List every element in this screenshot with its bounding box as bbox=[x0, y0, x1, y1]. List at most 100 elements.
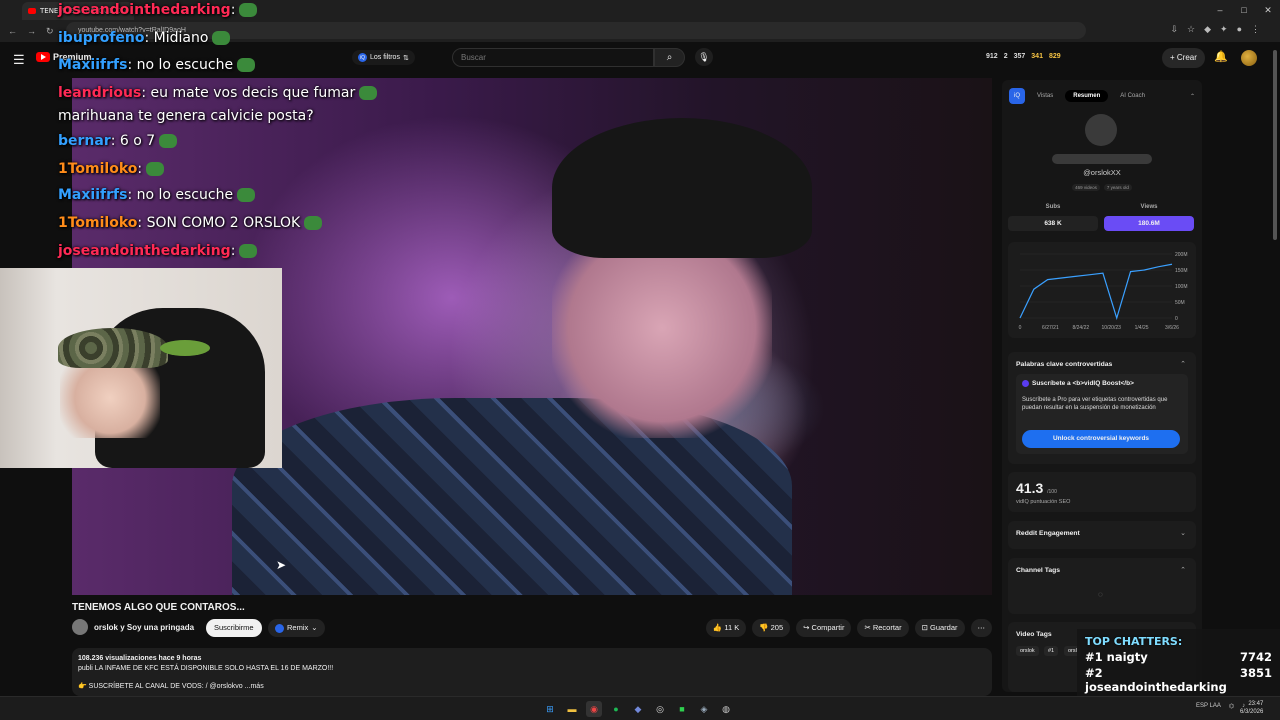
like-button[interactable]: 👍 11 K bbox=[705, 619, 747, 637]
remix-label: Remix bbox=[287, 623, 309, 632]
forward-icon[interactable]: → bbox=[27, 26, 36, 36]
chatter-rank: #1 bbox=[1085, 650, 1103, 664]
notifications-bell-icon[interactable]: 🔔 bbox=[1214, 50, 1228, 63]
video-tag[interactable]: orslok bbox=[1016, 646, 1039, 656]
chat-emote-icon bbox=[359, 86, 378, 100]
video-tag[interactable]: #1 bbox=[1044, 646, 1059, 656]
extension-icon[interactable]: ◆ bbox=[1204, 24, 1211, 35]
share-icon: ↪ bbox=[803, 623, 812, 632]
chat-username: joseandointhedarking bbox=[58, 243, 231, 259]
channel-tags-label: Channel Tags bbox=[1016, 567, 1061, 574]
youtube-play-icon bbox=[36, 52, 50, 62]
more-actions-button[interactable]: ⋯ bbox=[970, 619, 992, 637]
page-scrollbar[interactable] bbox=[1273, 50, 1277, 240]
chat-message: joseandointhedarking: bbox=[58, 243, 258, 259]
vidiq-icon bbox=[275, 623, 284, 633]
spotify-icon[interactable]: ● bbox=[608, 701, 624, 717]
chat-text: : bbox=[137, 161, 143, 177]
star-icon[interactable]: ☆ bbox=[1187, 24, 1195, 35]
clock[interactable]: 23:47 6/3/2026 bbox=[1240, 700, 1263, 716]
discord-icon[interactable]: ◆ bbox=[630, 701, 646, 717]
frog-plush bbox=[160, 340, 210, 356]
stat-5: 829 bbox=[1048, 53, 1061, 60]
vidiq-logo-icon: iQ bbox=[1009, 88, 1025, 104]
clock-time: 23:47 bbox=[1248, 701, 1264, 707]
app-icon[interactable]: ■ bbox=[674, 701, 690, 717]
reload-icon[interactable]: ↻ bbox=[46, 26, 54, 37]
subscribe-button[interactable]: Suscribirme bbox=[206, 619, 262, 637]
sub-view-stats: Subs Views 638 K 180.6M bbox=[1008, 204, 1196, 234]
tab-vistas[interactable]: Vistas bbox=[1029, 90, 1061, 102]
bookmark-icon: ⊡ bbox=[921, 623, 930, 632]
vidiq-panel: iQ Vistas Resumen AI Coach ⌃ @orslokXX 4… bbox=[1002, 80, 1202, 692]
channel-avatar[interactable] bbox=[72, 619, 88, 635]
search-input[interactable]: Buscar bbox=[452, 48, 654, 67]
boost-icon bbox=[1022, 380, 1029, 387]
filters-button[interactable]: iQ Los filtros ⇅ bbox=[352, 50, 415, 65]
chevron-up-icon[interactable]: ⌃ bbox=[1180, 360, 1186, 368]
github-icon[interactable]: ◎ bbox=[652, 701, 668, 717]
tab-ai-coach[interactable]: AI Coach bbox=[1112, 90, 1153, 102]
description-more[interactable]: ...más bbox=[245, 683, 264, 690]
promo-body: Suscríbete a Pro para ver etiquetas cont… bbox=[1022, 397, 1168, 411]
user-avatar[interactable] bbox=[1241, 50, 1257, 66]
video-description[interactable]: 108.236 visualizaciones hace 9 horas pub… bbox=[72, 648, 992, 696]
chat-message: bernar: 6 o 7 bbox=[58, 133, 178, 149]
puzzle-icon[interactable]: ✦ bbox=[1220, 24, 1228, 35]
more-icon[interactable]: ⋮ bbox=[1251, 24, 1260, 35]
save-button[interactable]: ⊡ Guardar bbox=[914, 619, 965, 637]
chart-y-tick: 150M bbox=[1175, 268, 1188, 274]
minimize-icon[interactable]: – bbox=[1208, 0, 1232, 20]
dislike-button[interactable]: 👎 205 bbox=[752, 619, 791, 637]
views-value[interactable]: 180.6M bbox=[1104, 216, 1194, 231]
collapse-icon[interactable]: ⌃ bbox=[1190, 93, 1195, 100]
hamburger-menu-icon[interactable]: ☰ bbox=[13, 52, 25, 68]
channel-avatar-placeholder bbox=[1085, 114, 1117, 146]
vidiq-tabs: iQ Vistas Resumen AI Coach ⌃ bbox=[1009, 88, 1195, 104]
subs-value[interactable]: 638 K bbox=[1008, 216, 1098, 231]
chat-message: joseandointhedarking: bbox=[58, 2, 258, 18]
share-button[interactable]: ↪ Compartir bbox=[796, 619, 852, 637]
channel-tags-section: Channel Tags ⌃ ◌ bbox=[1008, 558, 1196, 614]
chat-message: leandrious: eu mate vos decis que fumar bbox=[58, 85, 378, 101]
chatter-row: #2 joseandointhedarking 3851 bbox=[1085, 666, 1272, 694]
clock-date: 6/3/2026 bbox=[1240, 709, 1264, 715]
steam-icon[interactable]: ◈ bbox=[696, 701, 712, 717]
create-button[interactable]: + Crear bbox=[1162, 48, 1205, 68]
stream-chat-overlay: joseandointhedarking: ibuprofeno: Midiano… bbox=[58, 0, 378, 268]
file-explorer-icon[interactable]: ▬ bbox=[564, 701, 580, 717]
maximize-icon[interactable]: □ bbox=[1232, 0, 1256, 20]
reddit-engagement-section[interactable]: Reddit Engagement ⌄ bbox=[1008, 521, 1196, 549]
tab-resumen[interactable]: Resumen bbox=[1065, 90, 1109, 102]
chat-message: 1Tomiloko: bbox=[58, 161, 165, 177]
search-button[interactable]: ⌕ bbox=[654, 48, 685, 67]
network-icon[interactable]: ⌬ bbox=[1229, 703, 1234, 710]
back-icon[interactable]: ← bbox=[8, 26, 17, 36]
chatter-count: 3851 bbox=[1239, 666, 1272, 680]
windows-start-icon[interactable]: ⊞ bbox=[542, 701, 558, 717]
install-icon[interactable]: ⇩ bbox=[1170, 24, 1178, 35]
remix-button[interactable]: Remix ⌄ bbox=[268, 619, 325, 637]
close-window-icon[interactable]: ✕ bbox=[1256, 0, 1280, 20]
video-subject-cap bbox=[552, 118, 812, 258]
clip-button[interactable]: ✂ Recortar bbox=[857, 619, 909, 637]
profile-icon[interactable]: ● bbox=[1237, 24, 1242, 35]
seo-score-row: 41.3 /100 bbox=[1016, 480, 1057, 496]
chatter-count: 7742 bbox=[1239, 650, 1272, 664]
chrome-icon[interactable]: ◉ bbox=[586, 701, 602, 717]
channel-name[interactable]: orslok y Soy una pringada bbox=[94, 623, 194, 632]
description-line-2-row: 👉 SUSCRÍBETE AL CANAL DE VODS: / @orslok… bbox=[78, 682, 986, 692]
description-handle[interactable]: / @orslokvo bbox=[206, 683, 243, 690]
language-indicator[interactable]: ESP LAA bbox=[1196, 703, 1221, 710]
unlock-keywords-button[interactable]: Unlock controversial keywords bbox=[1022, 430, 1180, 448]
chevron-up-icon[interactable]: ⌃ bbox=[1180, 566, 1186, 574]
window-controls: – □ ✕ bbox=[1208, 0, 1280, 20]
share-label: Compartir bbox=[811, 623, 845, 632]
chevron-down-icon[interactable]: ⌄ bbox=[1180, 529, 1186, 537]
view-count-date: 108.236 visualizaciones hace 9 horas bbox=[78, 655, 202, 662]
obs-icon[interactable]: ◍ bbox=[718, 701, 734, 717]
subs-label: Subs bbox=[1045, 204, 1061, 210]
channel-chips: 469 videos 7 years old bbox=[1002, 184, 1202, 191]
chat-message: marihuana te genera calvicie posta? bbox=[58, 108, 314, 124]
voice-search-button[interactable]: 🎙 bbox=[695, 48, 713, 66]
